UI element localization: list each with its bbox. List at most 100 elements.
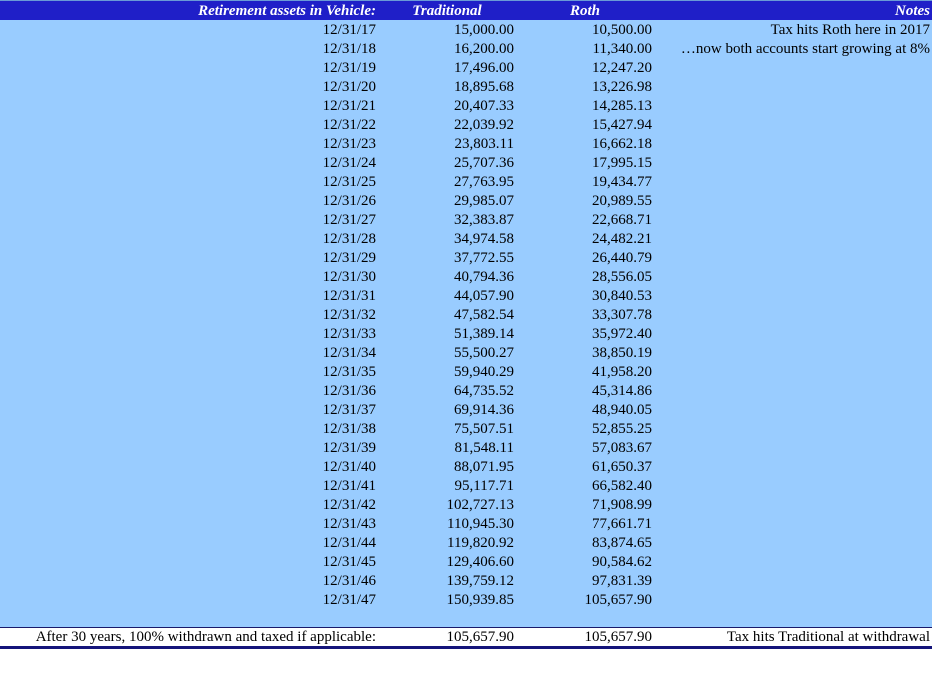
traditional-cell[interactable]: 29,985.07 xyxy=(378,191,516,210)
date-cell[interactable]: 12/31/47 xyxy=(0,590,378,609)
note-cell[interactable]: …now both accounts start growing at 8% xyxy=(654,39,932,58)
spacer-cell[interactable] xyxy=(0,609,378,628)
traditional-cell[interactable]: 69,914.36 xyxy=(378,400,516,419)
note-cell[interactable] xyxy=(654,305,932,324)
date-cell[interactable]: 12/31/18 xyxy=(0,39,378,58)
note-cell[interactable] xyxy=(654,96,932,115)
summary-traditional-cell[interactable]: 105,657.90 xyxy=(378,627,516,649)
roth-cell[interactable]: 48,940.05 xyxy=(516,400,654,419)
spacer-cell[interactable] xyxy=(378,609,516,628)
note-cell[interactable] xyxy=(654,210,932,229)
traditional-cell[interactable]: 25,707.36 xyxy=(378,153,516,172)
roth-cell[interactable]: 26,440.79 xyxy=(516,248,654,267)
date-cell[interactable]: 12/31/42 xyxy=(0,495,378,514)
note-cell[interactable] xyxy=(654,571,932,590)
roth-cell[interactable]: 57,083.67 xyxy=(516,438,654,457)
date-cell[interactable]: 12/31/26 xyxy=(0,191,378,210)
date-cell[interactable]: 12/31/30 xyxy=(0,267,378,286)
date-cell[interactable]: 12/31/46 xyxy=(0,571,378,590)
roth-cell[interactable]: 20,989.55 xyxy=(516,191,654,210)
date-cell[interactable]: 12/31/38 xyxy=(0,419,378,438)
traditional-cell[interactable]: 34,974.58 xyxy=(378,229,516,248)
roth-cell[interactable]: 66,582.40 xyxy=(516,476,654,495)
note-cell[interactable] xyxy=(654,495,932,514)
note-cell[interactable] xyxy=(654,419,932,438)
traditional-cell[interactable]: 16,200.00 xyxy=(378,39,516,58)
date-cell[interactable]: 12/31/33 xyxy=(0,324,378,343)
date-cell[interactable]: 12/31/39 xyxy=(0,438,378,457)
roth-cell[interactable]: 90,584.62 xyxy=(516,552,654,571)
date-cell[interactable]: 12/31/45 xyxy=(0,552,378,571)
summary-note-cell[interactable]: Tax hits Traditional at withdrawal xyxy=(654,627,932,649)
note-cell[interactable] xyxy=(654,267,932,286)
roth-cell[interactable]: 52,855.25 xyxy=(516,419,654,438)
traditional-cell[interactable]: 55,500.27 xyxy=(378,343,516,362)
roth-cell[interactable]: 61,650.37 xyxy=(516,457,654,476)
traditional-cell[interactable]: 40,794.36 xyxy=(378,267,516,286)
date-cell[interactable]: 12/31/21 xyxy=(0,96,378,115)
date-cell[interactable]: 12/31/41 xyxy=(0,476,378,495)
roth-cell[interactable]: 10,500.00 xyxy=(516,20,654,39)
note-cell[interactable] xyxy=(654,381,932,400)
traditional-cell[interactable]: 81,548.11 xyxy=(378,438,516,457)
roth-cell[interactable]: 14,285.13 xyxy=(516,96,654,115)
date-cell[interactable]: 12/31/27 xyxy=(0,210,378,229)
roth-cell[interactable]: 30,840.53 xyxy=(516,286,654,305)
traditional-cell[interactable]: 17,496.00 xyxy=(378,58,516,77)
traditional-cell[interactable]: 20,407.33 xyxy=(378,96,516,115)
roth-cell[interactable]: 17,995.15 xyxy=(516,153,654,172)
roth-cell[interactable]: 45,314.86 xyxy=(516,381,654,400)
roth-cell[interactable]: 105,657.90 xyxy=(516,590,654,609)
note-cell[interactable] xyxy=(654,476,932,495)
roth-cell[interactable]: 16,662.18 xyxy=(516,134,654,153)
header-roth-cell[interactable]: Roth xyxy=(516,0,654,20)
date-cell[interactable]: 12/31/29 xyxy=(0,248,378,267)
summary-label-cell[interactable]: After 30 years, 100% withdrawn and taxed… xyxy=(0,627,378,649)
date-cell[interactable]: 12/31/34 xyxy=(0,343,378,362)
date-cell[interactable]: 12/31/31 xyxy=(0,286,378,305)
traditional-cell[interactable]: 23,803.11 xyxy=(378,134,516,153)
traditional-cell[interactable]: 32,383.87 xyxy=(378,210,516,229)
roth-cell[interactable]: 11,340.00 xyxy=(516,39,654,58)
note-cell[interactable] xyxy=(654,457,932,476)
note-cell[interactable] xyxy=(654,362,932,381)
note-cell[interactable] xyxy=(654,58,932,77)
date-cell[interactable]: 12/31/22 xyxy=(0,115,378,134)
traditional-cell[interactable]: 129,406.60 xyxy=(378,552,516,571)
roth-cell[interactable]: 83,874.65 xyxy=(516,533,654,552)
traditional-cell[interactable]: 102,727.13 xyxy=(378,495,516,514)
roth-cell[interactable]: 22,668.71 xyxy=(516,210,654,229)
date-cell[interactable]: 12/31/37 xyxy=(0,400,378,419)
note-cell[interactable]: Tax hits Roth here in 2017 xyxy=(654,20,932,39)
note-cell[interactable] xyxy=(654,115,932,134)
note-cell[interactable] xyxy=(654,552,932,571)
date-cell[interactable]: 12/31/43 xyxy=(0,514,378,533)
traditional-cell[interactable]: 37,772.55 xyxy=(378,248,516,267)
roth-cell[interactable]: 15,427.94 xyxy=(516,115,654,134)
note-cell[interactable] xyxy=(654,590,932,609)
header-traditional-cell[interactable]: Traditional xyxy=(378,0,516,20)
roth-cell[interactable]: 19,434.77 xyxy=(516,172,654,191)
date-cell[interactable]: 12/31/35 xyxy=(0,362,378,381)
date-cell[interactable]: 12/31/17 xyxy=(0,20,378,39)
roth-cell[interactable]: 12,247.20 xyxy=(516,58,654,77)
traditional-cell[interactable]: 75,507.51 xyxy=(378,419,516,438)
date-cell[interactable]: 12/31/23 xyxy=(0,134,378,153)
roth-cell[interactable]: 97,831.39 xyxy=(516,571,654,590)
note-cell[interactable] xyxy=(654,324,932,343)
roth-cell[interactable]: 35,972.40 xyxy=(516,324,654,343)
note-cell[interactable] xyxy=(654,172,932,191)
roth-cell[interactable]: 13,226.98 xyxy=(516,77,654,96)
roth-cell[interactable]: 77,661.71 xyxy=(516,514,654,533)
traditional-cell[interactable]: 110,945.30 xyxy=(378,514,516,533)
header-label-cell[interactable]: Retirement assets in Vehicle: xyxy=(0,0,378,20)
header-notes-cell[interactable]: Notes xyxy=(654,0,932,20)
traditional-cell[interactable]: 95,117.71 xyxy=(378,476,516,495)
traditional-cell[interactable]: 18,895.68 xyxy=(378,77,516,96)
roth-cell[interactable]: 38,850.19 xyxy=(516,343,654,362)
date-cell[interactable]: 12/31/24 xyxy=(0,153,378,172)
summary-roth-cell[interactable]: 105,657.90 xyxy=(516,627,654,649)
date-cell[interactable]: 12/31/36 xyxy=(0,381,378,400)
note-cell[interactable] xyxy=(654,153,932,172)
note-cell[interactable] xyxy=(654,438,932,457)
